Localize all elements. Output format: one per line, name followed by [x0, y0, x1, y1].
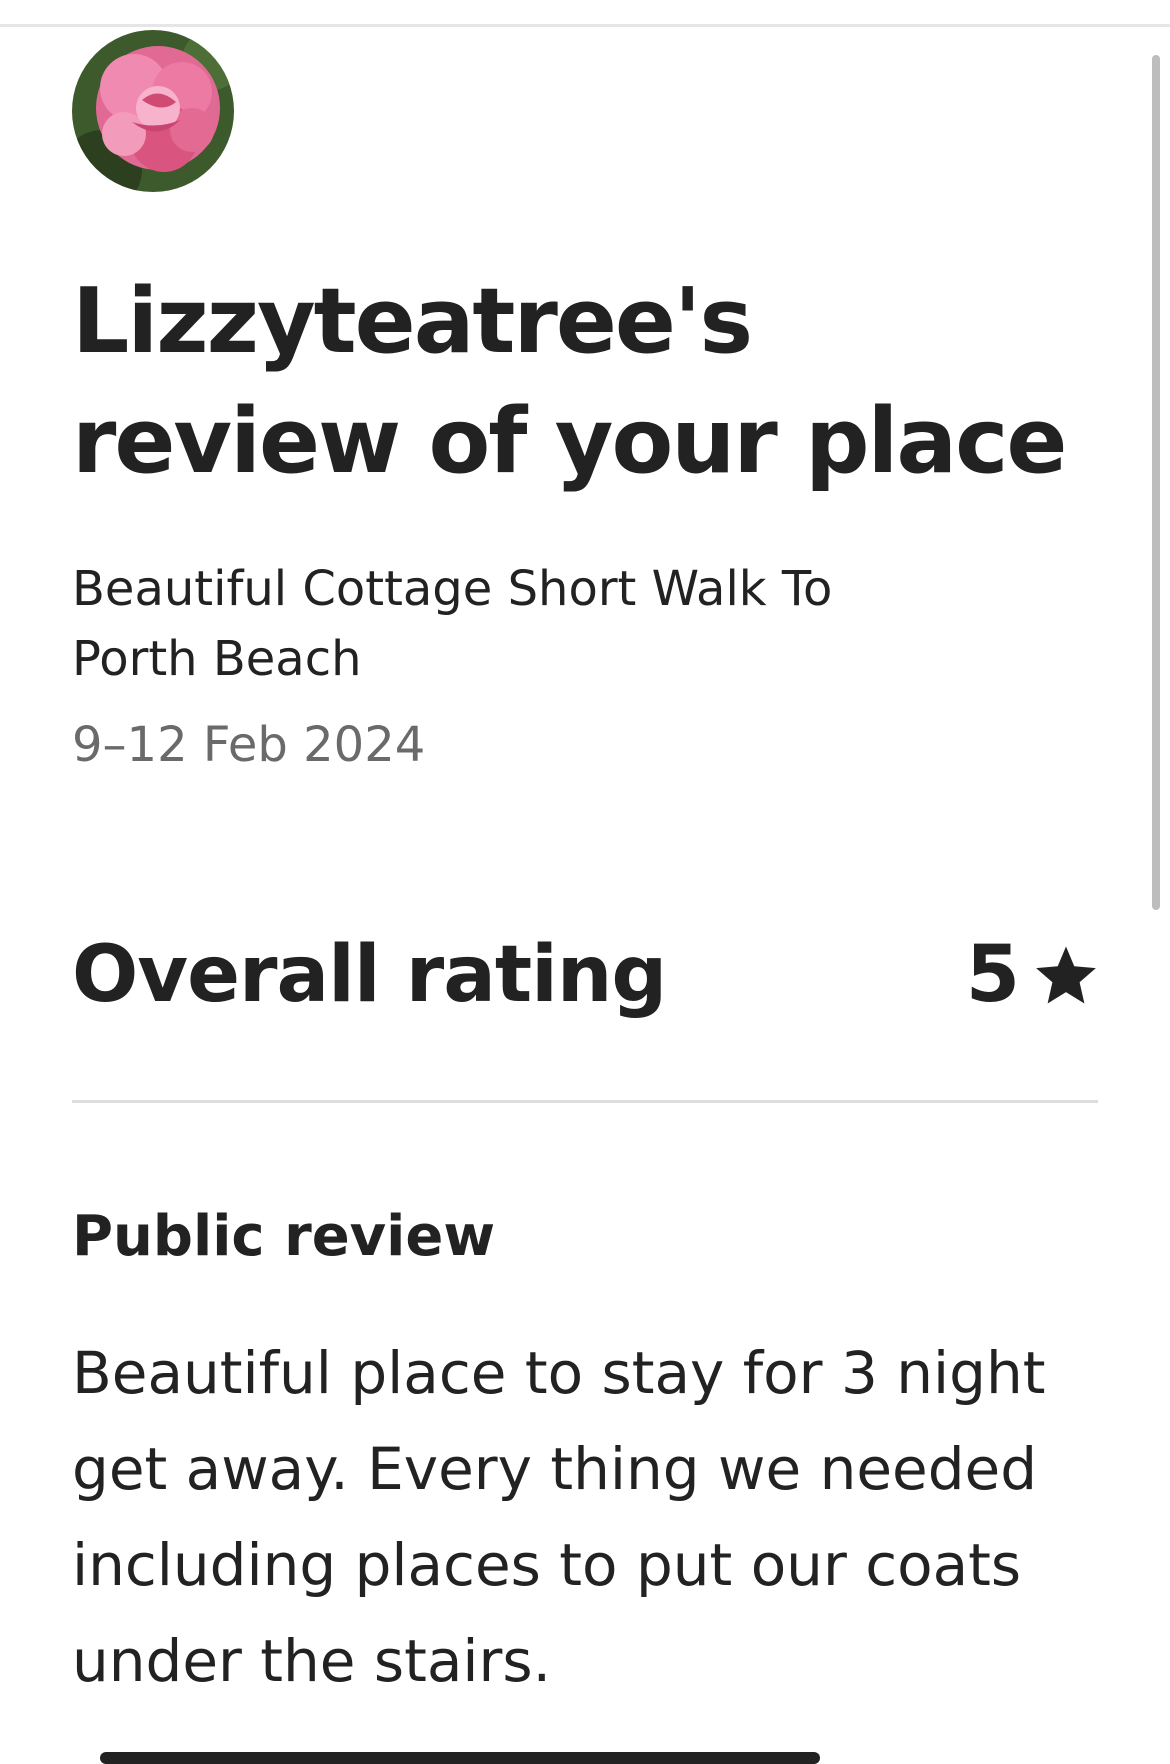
bottom-button-edge[interactable] — [100, 1752, 820, 1764]
section-divider — [72, 1100, 1098, 1103]
overall-rating-label: Overall rating — [72, 930, 667, 1020]
public-review-text: Beautiful place to stay for 3 night get … — [72, 1339, 1046, 1695]
stay-dates: 9–12 Feb 2024 — [72, 717, 426, 773]
star-icon — [1034, 944, 1098, 1006]
overall-rating-score: 5 — [966, 925, 1098, 1025]
pink-flower-icon — [72, 30, 234, 192]
rating-value: 5 — [965, 930, 1020, 1020]
scrollbar[interactable] — [1152, 55, 1160, 910]
overall-rating-row: Overall rating 5 — [72, 925, 1098, 1025]
public-review-heading: Public review — [72, 1204, 496, 1269]
listing-name: Beautiful Cottage Short Walk To Porth Be… — [72, 561, 833, 687]
page-title: Lizzyteatree's review of your place — [72, 269, 1067, 494]
top-divider — [0, 24, 1170, 27]
reviewer-avatar[interactable] — [72, 30, 234, 192]
